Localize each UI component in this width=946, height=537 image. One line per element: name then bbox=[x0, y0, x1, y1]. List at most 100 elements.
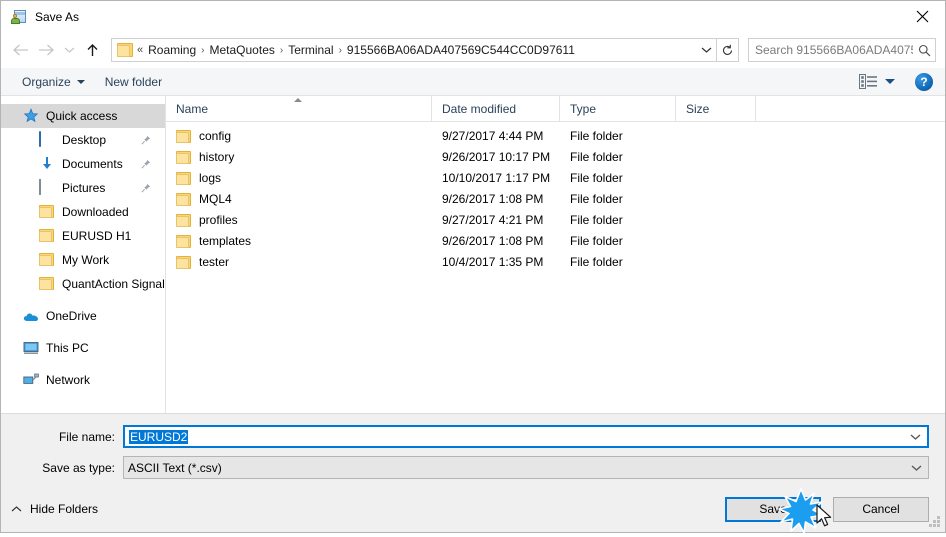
file-date: 9/26/2017 1:08 PM bbox=[442, 233, 544, 248]
refresh-button[interactable] bbox=[717, 38, 739, 62]
column-header-label: Size bbox=[686, 101, 710, 116]
table-row[interactable]: MQL4 9/26/2017 1:08 PM File folder bbox=[166, 188, 945, 209]
breadcrumb-item-terminal-id[interactable]: 915566BA06ADA407569C544CC0D97611 bbox=[344, 41, 578, 59]
sidebar-item-documents[interactable]: Documents bbox=[1, 152, 165, 176]
sidebar-item-label: This PC bbox=[46, 341, 89, 355]
resize-grip-icon[interactable] bbox=[928, 516, 941, 529]
chevron-down-icon bbox=[701, 47, 711, 53]
address-bar[interactable]: « Roaming › MetaQuotes › Terminal › 9155… bbox=[111, 38, 717, 62]
pin-icon[interactable] bbox=[141, 134, 151, 148]
file-name-row: File name: EURUSD2 bbox=[1, 424, 945, 449]
command-bar: Organize New folder ? bbox=[1, 68, 945, 96]
documents-download-icon bbox=[39, 156, 55, 172]
column-header-name[interactable]: Name bbox=[166, 96, 432, 121]
sidebar-item-my-work[interactable]: My Work bbox=[1, 248, 165, 272]
sort-ascending-icon bbox=[294, 98, 302, 102]
table-row[interactable]: logs 10/10/2017 1:17 PM File folder bbox=[166, 167, 945, 188]
folder-icon bbox=[176, 150, 191, 164]
sidebar-item-desktop[interactable]: Desktop bbox=[1, 128, 165, 152]
save-form: File name: EURUSD2 Save as type: ASCII T… bbox=[1, 414, 945, 486]
breadcrumb-overflow[interactable]: « bbox=[136, 44, 145, 56]
breadcrumb-separator[interactable]: › bbox=[278, 45, 285, 56]
file-name-input[interactable]: EURUSD2 bbox=[123, 425, 929, 448]
breadcrumb-item-terminal[interactable]: Terminal bbox=[285, 41, 336, 59]
close-button[interactable] bbox=[899, 1, 945, 32]
sidebar-item-pictures[interactable]: Pictures bbox=[1, 176, 165, 200]
table-row[interactable]: templates 9/26/2017 1:08 PM File folder bbox=[166, 230, 945, 251]
chevron-down-icon bbox=[76, 79, 85, 84]
file-type: File folder bbox=[570, 170, 623, 185]
file-name: history bbox=[199, 149, 235, 164]
search-box[interactable]: Search 915566BA06ADA40756... bbox=[748, 38, 936, 62]
column-header-label: Name bbox=[176, 101, 209, 116]
column-header-type[interactable]: Type bbox=[560, 96, 676, 121]
sidebar-item-label: My Work bbox=[62, 253, 110, 267]
new-folder-button[interactable]: New folder bbox=[98, 72, 169, 92]
forward-arrow-icon bbox=[38, 44, 54, 56]
dialog-body: Quick access Desktop Documents Pictures … bbox=[1, 96, 945, 414]
breadcrumb-separator[interactable]: › bbox=[199, 45, 206, 56]
sidebar-item-network[interactable]: Network bbox=[1, 368, 165, 392]
close-icon bbox=[916, 10, 928, 23]
this-pc-icon bbox=[23, 340, 39, 356]
column-header-date-modified[interactable]: Date modified bbox=[432, 96, 560, 121]
back-button[interactable] bbox=[7, 37, 33, 63]
pin-icon[interactable] bbox=[141, 158, 151, 172]
breadcrumb-item-roaming[interactable]: Roaming bbox=[145, 41, 199, 59]
breadcrumb-separator[interactable]: › bbox=[337, 45, 344, 56]
save-as-icon bbox=[11, 9, 27, 25]
file-name-value[interactable]: EURUSD2 bbox=[125, 429, 903, 444]
save-as-type-row: Save as type: ASCII Text (*.csv) bbox=[1, 455, 945, 480]
file-name-cell: config bbox=[166, 129, 432, 143]
recent-locations-button[interactable] bbox=[59, 37, 79, 63]
file-date: 9/27/2017 4:21 PM bbox=[442, 212, 544, 227]
file-rows: config 9/27/2017 4:44 PM File folder his… bbox=[166, 122, 945, 413]
file-name-cell: templates bbox=[166, 234, 432, 248]
table-row[interactable]: tester 10/4/2017 1:35 PM File folder bbox=[166, 251, 945, 272]
table-row[interactable]: history 9/26/2017 10:17 PM File folder bbox=[166, 146, 945, 167]
sidebar-item-eurusd-h1[interactable]: EURUSD H1 bbox=[1, 224, 165, 248]
folder-icon bbox=[176, 129, 191, 143]
search-input[interactable]: Search 915566BA06ADA40756... bbox=[749, 43, 913, 57]
file-name: config bbox=[199, 128, 232, 143]
hide-folders-label: Hide Folders bbox=[30, 502, 99, 516]
save-as-type-dropdown-button[interactable] bbox=[904, 464, 928, 472]
file-list-pane: Name Date modified Type Size config 9/27… bbox=[166, 96, 945, 413]
address-dropdown-button[interactable] bbox=[696, 46, 716, 54]
sidebar-item-quick-access[interactable]: Quick access bbox=[1, 104, 165, 128]
sidebar-item-quantaction-signal[interactable]: QuantAction Signal bbox=[1, 272, 165, 296]
save-as-type-select[interactable]: ASCII Text (*.csv) bbox=[123, 456, 929, 479]
file-name: templates bbox=[199, 233, 252, 248]
back-arrow-icon bbox=[12, 44, 28, 56]
up-arrow-icon bbox=[87, 43, 97, 56]
save-button[interactable]: Save bbox=[725, 496, 821, 522]
save-as-type-value: ASCII Text (*.csv) bbox=[128, 460, 222, 475]
help-button[interactable]: ? bbox=[915, 72, 933, 91]
forward-button[interactable] bbox=[33, 37, 59, 63]
breadcrumb-item-metaquotes[interactable]: MetaQuotes bbox=[207, 41, 278, 59]
sidebar-item-downloaded[interactable]: Downloaded bbox=[1, 200, 165, 224]
chevron-up-icon bbox=[11, 502, 22, 516]
file-date: 9/26/2017 10:17 PM bbox=[442, 149, 551, 164]
sidebar-item-onedrive[interactable]: OneDrive bbox=[1, 304, 165, 328]
file-name-cell: history bbox=[166, 150, 432, 164]
table-row[interactable]: config 9/27/2017 4:44 PM File folder bbox=[166, 125, 945, 146]
cancel-button[interactable]: Cancel bbox=[833, 496, 929, 522]
file-name: logs bbox=[199, 170, 222, 185]
file-name-dropdown-button[interactable] bbox=[903, 433, 927, 441]
view-options-button[interactable] bbox=[855, 71, 899, 92]
organize-button[interactable]: Organize bbox=[15, 72, 92, 92]
hide-folders-button[interactable]: Hide Folders bbox=[11, 502, 98, 516]
dialog-footer: Hide Folders Save Cancel bbox=[1, 486, 945, 532]
up-button[interactable] bbox=[79, 37, 105, 63]
table-row[interactable]: profiles 9/27/2017 4:21 PM File folder bbox=[166, 209, 945, 230]
column-header-size[interactable]: Size bbox=[676, 96, 756, 121]
pin-icon[interactable] bbox=[141, 182, 151, 196]
file-name: tester bbox=[199, 254, 230, 269]
sidebar-item-this-pc[interactable]: This PC bbox=[1, 336, 165, 360]
navigation-bar: « Roaming › MetaQuotes › Terminal › 9155… bbox=[1, 32, 945, 68]
star-icon bbox=[23, 108, 39, 124]
file-date: 10/10/2017 1:17 PM bbox=[442, 170, 551, 185]
folder-icon bbox=[39, 252, 55, 268]
